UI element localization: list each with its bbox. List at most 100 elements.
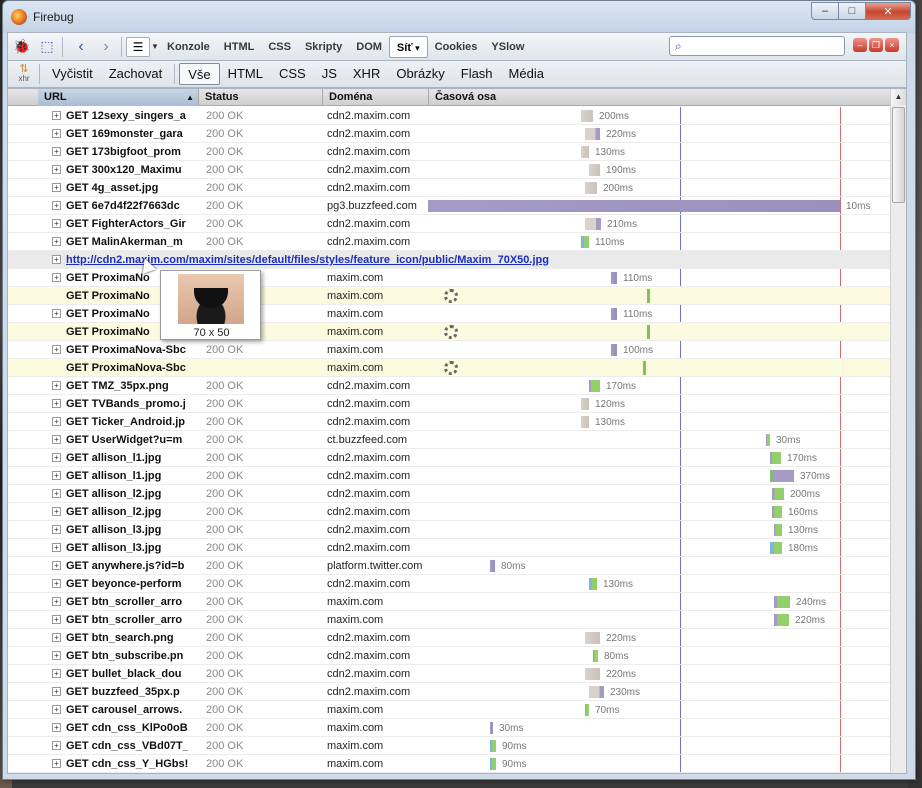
table-row[interactable]: + GET TMZ_35px.png 200 OK cdn2.maxim.com 170… bbox=[8, 377, 892, 395]
expand-icon[interactable]: + bbox=[52, 165, 61, 174]
tab-dom[interactable]: DOM bbox=[349, 36, 389, 58]
expand-icon[interactable]: + bbox=[52, 111, 61, 120]
expand-icon[interactable]: + bbox=[52, 543, 61, 552]
table-row[interactable]: + GET allison_l1.jpg 200 OK cdn2.maxim.com 1… bbox=[8, 449, 892, 467]
expand-icon[interactable]: + bbox=[52, 201, 61, 210]
tab-cookies[interactable]: Cookies bbox=[428, 36, 485, 58]
filter-vše[interactable]: Vše bbox=[179, 63, 220, 85]
title-bar[interactable]: Firebug – □ ✕ bbox=[3, 1, 915, 33]
xhr-icon[interactable]: ⇅ xhr bbox=[13, 63, 35, 85]
table-row[interactable]: + GET 6e7d4f22f7663dc 200 OK pg3.buzzfeed.c… bbox=[8, 197, 892, 215]
table-row[interactable]: + GET allison_l2.jpg 200 OK cdn2.maxim.com 1… bbox=[8, 503, 892, 521]
expand-icon[interactable]: + bbox=[52, 723, 61, 732]
filter-média[interactable]: Média bbox=[501, 63, 552, 85]
expand-icon[interactable]: + bbox=[52, 669, 61, 678]
table-row[interactable]: + GET 173bigfoot_prom 200 OK cdn2.maxim.com… bbox=[8, 143, 892, 161]
table-row[interactable]: + GET anywhere.js?id=b 200 OK platform.twit… bbox=[8, 557, 892, 575]
expand-icon[interactable]: + bbox=[52, 309, 61, 318]
table-row[interactable]: + GET 169monster_gara 200 OK cdn2.maxim.com… bbox=[8, 125, 892, 143]
filter-flash[interactable]: Flash bbox=[453, 63, 501, 85]
scroll-up-icon[interactable]: ▲ bbox=[891, 89, 906, 105]
table-row[interactable]: + GET allison_l1.jpg 200 OK cdn2.maxim.com 3… bbox=[8, 467, 892, 485]
table-row[interactable]: + GET buzzfeed_35px.p 200 OK cdn2.maxim.com… bbox=[8, 683, 892, 701]
column-url[interactable]: URL ▲ bbox=[38, 89, 198, 106]
table-row[interactable]: + GET Ticker_Android.jp 200 OK cdn2.maxim.c… bbox=[8, 413, 892, 431]
filter-obrázky[interactable]: Obrázky bbox=[388, 63, 452, 85]
expand-icon[interactable]: + bbox=[52, 759, 61, 768]
expand-icon[interactable]: + bbox=[52, 507, 61, 516]
table-row[interactable]: + GET cdn_css_VBd07T_ 200 OK maxim.com 90ms bbox=[8, 737, 892, 755]
column-timeline[interactable]: Časová osa bbox=[428, 89, 892, 106]
table-row[interactable]: + GET btn_scroller_arro 200 OK maxim.com 240… bbox=[8, 593, 892, 611]
chevron-down-icon[interactable]: ▼ bbox=[150, 37, 160, 57]
tab-konzole[interactable]: Konzole bbox=[160, 36, 217, 58]
tab-síť[interactable]: Síť ▾ bbox=[388, 35, 428, 58]
filter-xhr[interactable]: XHR bbox=[345, 63, 388, 85]
expand-icon[interactable]: + bbox=[52, 615, 61, 624]
expand-icon[interactable]: + bbox=[52, 255, 61, 264]
expand-icon[interactable]: + bbox=[52, 237, 61, 246]
table-row[interactable]: + GET UserWidget?u=m 200 OK ct.buzzfeed.com… bbox=[8, 431, 892, 449]
table-row[interactable]: + GET btn_search.png 200 OK cdn2.maxim.com 2… bbox=[8, 629, 892, 647]
minimize-button[interactable]: – bbox=[811, 2, 839, 20]
filter-css[interactable]: CSS bbox=[271, 63, 314, 85]
table-row[interactable]: + GET btn_subscribe.pn 200 OK cdn2.maxim.co… bbox=[8, 647, 892, 665]
table-row[interactable]: + GET ProximaNova-Sbc 200 OK maxim.com 100ms bbox=[8, 341, 892, 359]
request-url-link[interactable]: http://cdn2.maxim.com/maxim/sites/defaul… bbox=[66, 251, 766, 269]
table-row[interactable]: + GET cdn_css_KlPo0oB 200 OK maxim.com 30ms bbox=[8, 719, 892, 737]
table-row[interactable]: + GET 12sexy_singers_a 200 OK cdn2.maxim.co… bbox=[8, 107, 892, 125]
table-row[interactable]: GET ProximaNo maxim.com bbox=[8, 287, 892, 305]
panel-menu-button[interactable]: ☰ bbox=[126, 36, 150, 57]
chevron-down-icon[interactable]: ▾ bbox=[413, 43, 420, 53]
table-row[interactable]: +GET ProximaNo200 OKmaxim.com110ms bbox=[8, 305, 892, 323]
table-row[interactable]: + GET beyonce-perform 200 OK cdn2.maxim.com… bbox=[8, 575, 892, 593]
firebug-minimize-icon[interactable]: – bbox=[853, 38, 867, 52]
close-button[interactable]: ✕ bbox=[865, 2, 911, 20]
expand-icon[interactable]: + bbox=[52, 273, 61, 282]
maximize-button[interactable]: □ bbox=[838, 2, 866, 20]
table-row[interactable]: + GET carousel_arrows. 200 OK maxim.com 70ms bbox=[8, 701, 892, 719]
table-row[interactable]: + GET btn_scroller_arro 200 OK maxim.com 220… bbox=[8, 611, 892, 629]
expand-icon[interactable]: + bbox=[52, 345, 61, 354]
expand-icon[interactable]: + bbox=[52, 651, 61, 660]
firebug-close-icon[interactable]: × bbox=[885, 38, 899, 52]
table-row[interactable]: + GET FighterActors_Gir 200 OK cdn2.maxim.c… bbox=[8, 215, 892, 233]
expand-icon[interactable]: + bbox=[52, 453, 61, 462]
tab-skripty[interactable]: Skripty bbox=[298, 36, 349, 58]
expand-icon[interactable]: + bbox=[52, 561, 61, 570]
expand-icon[interactable]: + bbox=[52, 525, 61, 534]
clear-button[interactable]: Vyčistit bbox=[44, 63, 101, 85]
expand-icon[interactable]: + bbox=[52, 129, 61, 138]
table-row[interactable]: + GET TVBands_promo.j 200 OK cdn2.maxim.com… bbox=[8, 395, 892, 413]
back-arrow-icon[interactable]: ‹ bbox=[70, 36, 92, 58]
filter-html[interactable]: HTML bbox=[220, 63, 271, 85]
expand-icon[interactable]: + bbox=[52, 381, 61, 390]
table-row[interactable]: + GET cdn_css_Y_HGbs! 200 OK maxim.com 90ms bbox=[8, 755, 892, 773]
expand-icon[interactable]: + bbox=[52, 597, 61, 606]
expand-icon[interactable]: + bbox=[52, 471, 61, 480]
expand-icon[interactable]: + bbox=[52, 579, 61, 588]
inspect-element-icon[interactable]: ⬚ bbox=[36, 36, 58, 58]
table-row[interactable]: + GET bullet_black_dou 200 OK cdn2.maxim.co… bbox=[8, 665, 892, 683]
expand-icon[interactable]: + bbox=[52, 183, 61, 192]
expand-icon[interactable]: + bbox=[52, 399, 61, 408]
expand-icon[interactable]: + bbox=[52, 705, 61, 714]
expand-icon[interactable]: + bbox=[52, 633, 61, 642]
tab-html[interactable]: HTML bbox=[217, 36, 262, 58]
expand-icon[interactable]: + bbox=[52, 147, 61, 156]
firebug-bug-icon[interactable]: 🐞 bbox=[11, 36, 33, 58]
column-domain[interactable]: Doména bbox=[322, 89, 428, 106]
search-input[interactable]: ⌕ bbox=[669, 36, 845, 56]
expand-icon[interactable]: + bbox=[52, 219, 61, 228]
expand-icon[interactable]: + bbox=[52, 417, 61, 426]
table-row[interactable]: + GET allison_l3.jpg 200 OK cdn2.maxim.com 1… bbox=[8, 521, 892, 539]
table-row[interactable]: +GET ProximaNo200 OKmaxim.com110ms bbox=[8, 269, 892, 287]
column-status[interactable]: Status bbox=[198, 89, 322, 106]
expand-icon[interactable]: + bbox=[52, 687, 61, 696]
scrollbar-thumb[interactable] bbox=[892, 107, 905, 203]
tab-yslow[interactable]: YSlow bbox=[484, 36, 531, 58]
expand-icon[interactable]: + bbox=[52, 741, 61, 750]
tab-css[interactable]: CSS bbox=[261, 36, 298, 58]
persist-button[interactable]: Zachovat bbox=[101, 63, 170, 85]
firebug-detach-icon[interactable]: ❐ bbox=[869, 38, 883, 52]
